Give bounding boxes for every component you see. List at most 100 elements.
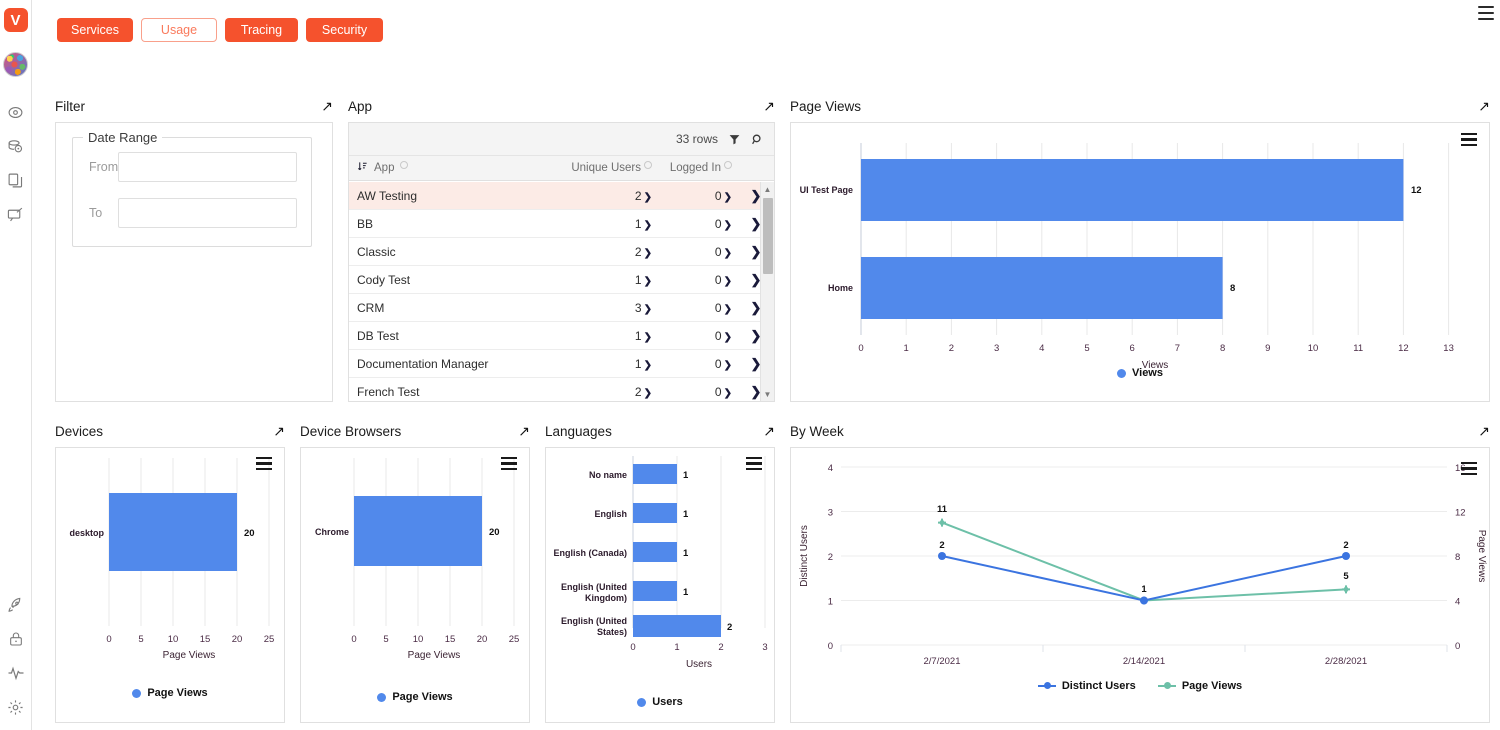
lock-icon[interactable] xyxy=(0,622,32,656)
cell-logged-in[interactable]: 0❯ xyxy=(652,301,738,315)
category-label: English (United xyxy=(561,616,627,626)
table-vertical-scrollbar[interactable]: ▲ ▼ xyxy=(760,182,774,401)
cell-logged-in[interactable]: 0❯ xyxy=(652,189,738,203)
svg-text:0: 0 xyxy=(858,343,863,354)
legend-label: Users xyxy=(652,696,683,708)
chart-menu-icon[interactable] xyxy=(1461,133,1477,146)
target-icon[interactable] xyxy=(0,95,32,129)
info-icon[interactable] xyxy=(644,161,652,169)
cell-unique-users[interactable]: 1❯ xyxy=(560,357,652,371)
legend-item-page-views[interactable]: Page Views xyxy=(1158,680,1242,692)
search-icon[interactable] xyxy=(751,133,764,146)
database-icon[interactable] xyxy=(0,129,32,163)
tab-security[interactable]: Security xyxy=(306,18,383,42)
column-header-app[interactable]: App xyxy=(349,161,560,175)
cell-logged-in[interactable]: 0❯ xyxy=(652,245,738,259)
funnel-icon[interactable] xyxy=(728,133,741,146)
cell-unique-users[interactable]: 1❯ xyxy=(560,329,652,343)
from-label: From xyxy=(89,160,118,174)
legend-item-views[interactable]: Views xyxy=(1117,367,1163,379)
expand-icon[interactable]: ↗ xyxy=(1478,99,1490,113)
chart-menu-icon[interactable] xyxy=(1461,462,1477,475)
cell-unique-users[interactable]: 2❯ xyxy=(560,385,652,399)
scroll-up-icon[interactable]: ▲ xyxy=(761,182,774,196)
expand-icon[interactable]: ↗ xyxy=(518,424,530,438)
bar-chrome xyxy=(354,496,482,566)
table-row[interactable]: BB 1❯ 0❯ ❯ xyxy=(349,210,774,238)
broadcast-icon[interactable] xyxy=(0,197,32,231)
column-header-logged-in[interactable]: Logged In xyxy=(652,162,738,174)
column-label: App xyxy=(374,162,394,174)
tab-services[interactable]: Services xyxy=(57,18,133,42)
svg-text:0: 0 xyxy=(351,634,356,645)
cell-unique-users[interactable]: 2❯ xyxy=(560,189,652,203)
panel-title: Languages xyxy=(545,424,612,439)
chart-menu-icon[interactable] xyxy=(256,457,272,470)
pulse-icon[interactable] xyxy=(0,656,32,690)
svg-text:2/14/2021: 2/14/2021 xyxy=(1123,656,1165,667)
scroll-down-icon[interactable]: ▼ xyxy=(761,387,774,401)
cell-unique-users[interactable]: 2❯ xyxy=(560,245,652,259)
hamburger-icon[interactable] xyxy=(1478,6,1494,20)
table-row[interactable]: Documentation Manager 1❯ 0❯ ❯ xyxy=(349,350,774,378)
date-range-legend: Date Range xyxy=(83,130,162,145)
legend-item-distinct-users[interactable]: Distinct Users xyxy=(1038,680,1136,692)
value-label: 20 xyxy=(489,527,500,538)
info-icon[interactable] xyxy=(400,161,408,169)
legend-item-users[interactable]: Users xyxy=(637,696,683,708)
chart-menu-icon[interactable] xyxy=(746,457,762,470)
svg-text:5: 5 xyxy=(383,634,388,645)
table-row[interactable]: CRM 3❯ 0❯ ❯ xyxy=(349,294,774,322)
expand-icon[interactable]: ↗ xyxy=(273,424,285,438)
by-week-chart: 43 210 1612 840 Distinct Users Page View… xyxy=(791,448,1489,693)
sort-ascending-icon[interactable] xyxy=(357,161,368,175)
legend-item-page-views[interactable]: Page Views xyxy=(377,691,452,703)
svg-text:0: 0 xyxy=(828,641,833,652)
table-row[interactable]: DB Test 1❯ 0❯ ❯ xyxy=(349,322,774,350)
legend-line xyxy=(1038,685,1056,687)
to-date-input[interactable] xyxy=(118,198,297,228)
table-row[interactable]: French Test 2❯ 0❯ ❯ xyxy=(349,378,774,401)
x-axis-title: Page Views xyxy=(163,650,216,661)
device-browsers-chart: Chrome 20 0510 152025 Page Views xyxy=(301,448,529,663)
cell-logged-in[interactable]: 0❯ xyxy=(652,217,738,231)
chart-menu-icon[interactable] xyxy=(501,457,517,470)
cell-unique-users[interactable]: 1❯ xyxy=(560,217,652,231)
legend-dot xyxy=(1117,369,1126,378)
documents-icon[interactable] xyxy=(0,163,32,197)
svg-text:7: 7 xyxy=(1175,343,1180,354)
cell-unique-users[interactable]: 3❯ xyxy=(560,301,652,315)
info-icon[interactable] xyxy=(724,161,732,169)
rocket-icon[interactable] xyxy=(0,588,32,622)
expand-icon[interactable]: ↗ xyxy=(1478,424,1490,438)
table-row[interactable]: Classic 2❯ 0❯ ❯ xyxy=(349,238,774,266)
gear-icon[interactable] xyxy=(0,690,32,724)
tab-usage[interactable]: Usage xyxy=(141,18,217,42)
svg-text:12: 12 xyxy=(1398,343,1409,354)
cell-logged-in[interactable]: 0❯ xyxy=(652,329,738,343)
expand-icon[interactable]: ↗ xyxy=(763,424,775,438)
tab-tracing[interactable]: Tracing xyxy=(225,18,298,42)
app-logo[interactable]: V xyxy=(4,8,28,32)
svg-text:15: 15 xyxy=(445,634,456,645)
cell-unique-users[interactable]: 1❯ xyxy=(560,273,652,287)
svg-text:8: 8 xyxy=(1220,343,1225,354)
cell-logged-in[interactable]: 0❯ xyxy=(652,357,738,371)
cell-logged-in[interactable]: 0❯ xyxy=(652,385,738,399)
category-label: Chrome xyxy=(315,527,349,537)
table-row[interactable]: AW Testing 2❯ 0❯ ❯ xyxy=(349,182,774,210)
avatar[interactable] xyxy=(3,52,28,77)
page-views-panel: Page Views ↗ xyxy=(790,96,1490,402)
value-label: 2 xyxy=(727,622,732,633)
legend-item-page-views[interactable]: Page Views xyxy=(132,687,207,699)
svg-text:2: 2 xyxy=(828,552,833,563)
cell-logged-in[interactable]: 0❯ xyxy=(652,273,738,287)
expand-icon[interactable]: ↗ xyxy=(763,99,775,113)
column-header-unique-users[interactable]: Unique Users xyxy=(560,162,652,174)
expand-icon[interactable]: ↗ xyxy=(321,99,333,113)
from-date-input[interactable] xyxy=(118,152,297,182)
svg-text:2: 2 xyxy=(718,642,723,653)
scrollbar-thumb[interactable] xyxy=(763,198,773,274)
table-row[interactable]: Cody Test 1❯ 0❯ ❯ xyxy=(349,266,774,294)
languages-header: Languages ↗ xyxy=(545,421,775,441)
